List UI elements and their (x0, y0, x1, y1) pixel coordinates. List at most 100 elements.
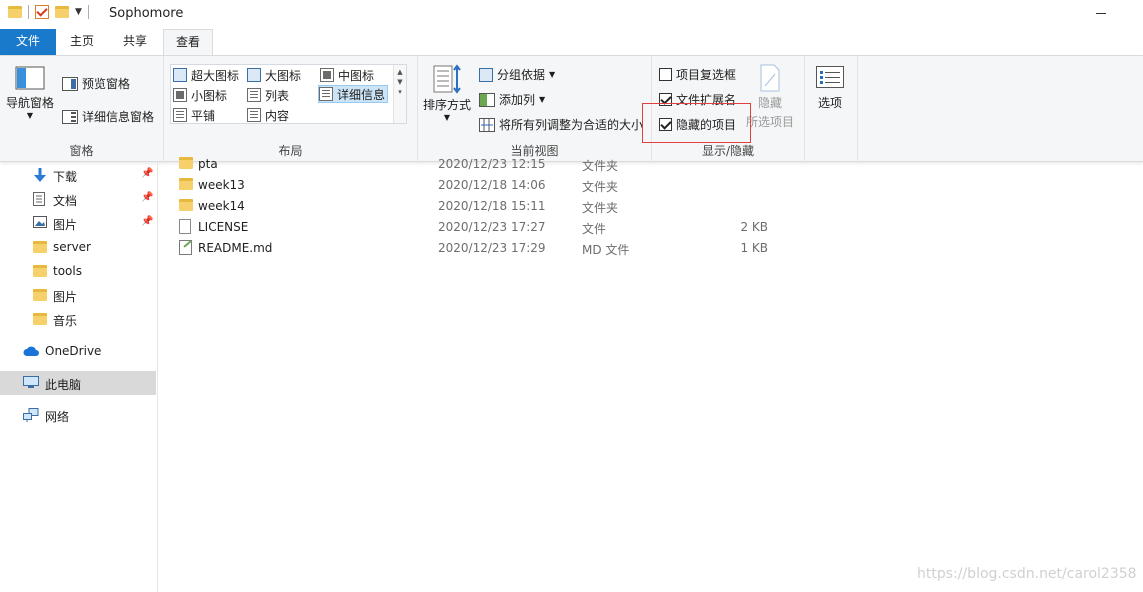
chevron-down-icon: ▼ (539, 95, 546, 104)
network-icon (23, 408, 39, 422)
quick-access-toolbar: ▼ (8, 5, 89, 19)
pictures-icon (33, 216, 47, 228)
nav-item-label: 此电脑 (45, 378, 82, 392)
divider (28, 5, 29, 19)
file-name: README.md (198, 241, 273, 255)
computer-icon (23, 376, 39, 388)
layout-medium-icons[interactable]: 中图标 (320, 66, 374, 84)
layout-details[interactable]: 详细信息 (318, 85, 389, 103)
ribbon-tabs: 文件 主页 共享 查看 (0, 29, 1143, 56)
file-name: week13 (198, 178, 245, 192)
layout-item-label: 大图标 (265, 68, 302, 83)
size-columns-icon (479, 117, 495, 132)
details-pane-button[interactable]: 详细信息窗格 (62, 108, 154, 125)
details-pane-icon (62, 109, 78, 124)
extra-large-icons-icon (173, 68, 187, 82)
navigation-pane: 下载 📌 文档 📌 图片 📌 server tools 图片 音乐 OneDri… (0, 163, 158, 592)
ribbon: 导航窗格 ▼ 预览窗格 详细信息窗格 窗格 布局 超大图标 大图标 中图标 小图… (0, 55, 1143, 162)
pin-icon[interactable]: 📌 (141, 168, 153, 179)
item-checkboxes-toggle[interactable]: 项目复选框 (659, 66, 736, 83)
group-by-button[interactable]: 分组依据 ▼ (479, 66, 555, 83)
file-list: pta 2020/12/23 12:15 文件夹 week13 2020/12/… (159, 157, 1143, 592)
nav-item-label: 文档 (53, 194, 78, 208)
new-folder-icon[interactable] (55, 6, 69, 18)
folder-icon (179, 199, 193, 211)
panes-group-label: 窗格 (69, 144, 94, 158)
details-pane-label: 详细信息窗格 (82, 110, 155, 124)
file-row[interactable]: pta 2020/12/23 12:15 文件夹 (159, 153, 1143, 174)
chevron-down-icon[interactable]: ▼ (75, 7, 82, 17)
layout-item-label: 中图标 (338, 68, 375, 83)
cloud-icon (23, 346, 39, 356)
file-size: 2 KB (740, 220, 768, 234)
nav-item-downloads[interactable]: 下载 📌 (0, 163, 156, 187)
preview-pane-label: 预览窗格 (82, 77, 131, 91)
layout-tiles[interactable]: 平铺 (173, 106, 215, 124)
layout-item-label: 小图标 (191, 88, 228, 103)
nav-item-pictures-folder[interactable]: 图片 (0, 283, 156, 307)
nav-item-this-pc[interactable]: 此电脑 (0, 371, 156, 395)
properties-icon[interactable] (35, 5, 49, 19)
layout-item-label: 超大图标 (191, 68, 240, 83)
minimize-button[interactable] (1096, 13, 1106, 14)
layout-large-icons[interactable]: 大图标 (247, 66, 301, 84)
nav-item-onedrive[interactable]: OneDrive (0, 339, 156, 363)
tab-home[interactable]: 主页 (60, 29, 104, 55)
nav-pane-label: 导航窗格 (6, 96, 55, 110)
hide-selected-label: 所选项目 (746, 115, 795, 129)
file-row[interactable]: week14 2020/12/18 15:11 文件夹 (159, 195, 1143, 216)
nav-item-label: tools (53, 264, 82, 278)
file-icon (179, 219, 191, 234)
nav-item-tools[interactable]: tools (0, 259, 156, 283)
folder-icon (179, 178, 193, 190)
sort-by-button[interactable]: 排序方式 ▼ (423, 64, 471, 122)
nav-item-network[interactable]: 网络 (0, 403, 156, 427)
watermark: https://blog.csdn.net/carol2358 (917, 566, 1137, 582)
nav-item-server[interactable]: server (0, 235, 156, 259)
tab-file[interactable]: 文件 (0, 29, 56, 55)
file-name: LICENSE (198, 220, 249, 234)
hide-selected-icon (760, 64, 780, 92)
pin-icon[interactable]: 📌 (141, 192, 153, 203)
file-row[interactable]: week13 2020/12/18 14:06 文件夹 (159, 174, 1143, 195)
pin-icon[interactable]: 📌 (141, 216, 153, 227)
divider (87, 5, 89, 19)
tab-share[interactable]: 共享 (113, 29, 157, 55)
layout-small-icons[interactable]: 小图标 (173, 86, 227, 104)
layout-extra-large-icons[interactable]: 超大图标 (173, 66, 239, 84)
nav-item-pictures[interactable]: 图片 📌 (0, 211, 156, 235)
folder-icon (179, 157, 193, 169)
options-button[interactable]: 选项 (816, 66, 844, 111)
hide-selected-items-button[interactable]: 隐藏 所选项目 (746, 64, 794, 130)
nav-item-documents[interactable]: 文档 📌 (0, 187, 156, 211)
nav-item-music[interactable]: 音乐 (0, 307, 156, 331)
item-checkboxes-checkbox[interactable] (659, 68, 672, 81)
small-icons-icon (173, 88, 187, 102)
options-group: 选项 (805, 56, 858, 162)
item-checkboxes-label: 项目复选框 (676, 68, 737, 82)
layout-list[interactable]: 列表 (247, 86, 289, 104)
layout-gallery-scrollbar[interactable]: ▲ ▼ ▾ (393, 65, 406, 123)
file-row[interactable]: README.md 2020/12/23 17:29 MD 文件 1 KB (159, 237, 1143, 258)
group-by-icon (479, 67, 493, 82)
highlight-box (642, 103, 751, 143)
layout-content[interactable]: 内容 (247, 106, 289, 124)
chevron-down-icon: ▼ (549, 70, 556, 79)
file-type: MD 文件 (582, 243, 630, 257)
add-columns-button[interactable]: 添加列 ▼ (479, 91, 545, 108)
size-all-columns-label: 将所有列调整为合适的大小 (499, 118, 644, 132)
nav-pane-button[interactable]: 导航窗格 ▼ (6, 66, 55, 120)
nav-item-label: 下载 (53, 170, 78, 184)
preview-pane-button[interactable]: 预览窗格 (62, 75, 130, 92)
file-date: 2020/12/23 12:15 (438, 157, 546, 171)
file-date: 2020/12/18 15:11 (438, 199, 546, 213)
file-row[interactable]: LICENSE 2020/12/23 17:27 文件 2 KB (159, 216, 1143, 237)
tab-view[interactable]: 查看 (163, 29, 213, 56)
current-view-group: 排序方式 ▼ 分组依据 ▼ 添加列 ▼ 将所有列调整为合适的大小 当前视图 (418, 56, 652, 162)
file-type: 文件夹 (582, 201, 619, 215)
size-all-columns-button[interactable]: 将所有列调整为合适的大小 (479, 116, 643, 133)
tiles-icon (173, 108, 187, 122)
large-icons-icon (247, 68, 261, 82)
nav-item-label: OneDrive (45, 344, 102, 358)
nav-item-label: 图片 (53, 290, 78, 304)
